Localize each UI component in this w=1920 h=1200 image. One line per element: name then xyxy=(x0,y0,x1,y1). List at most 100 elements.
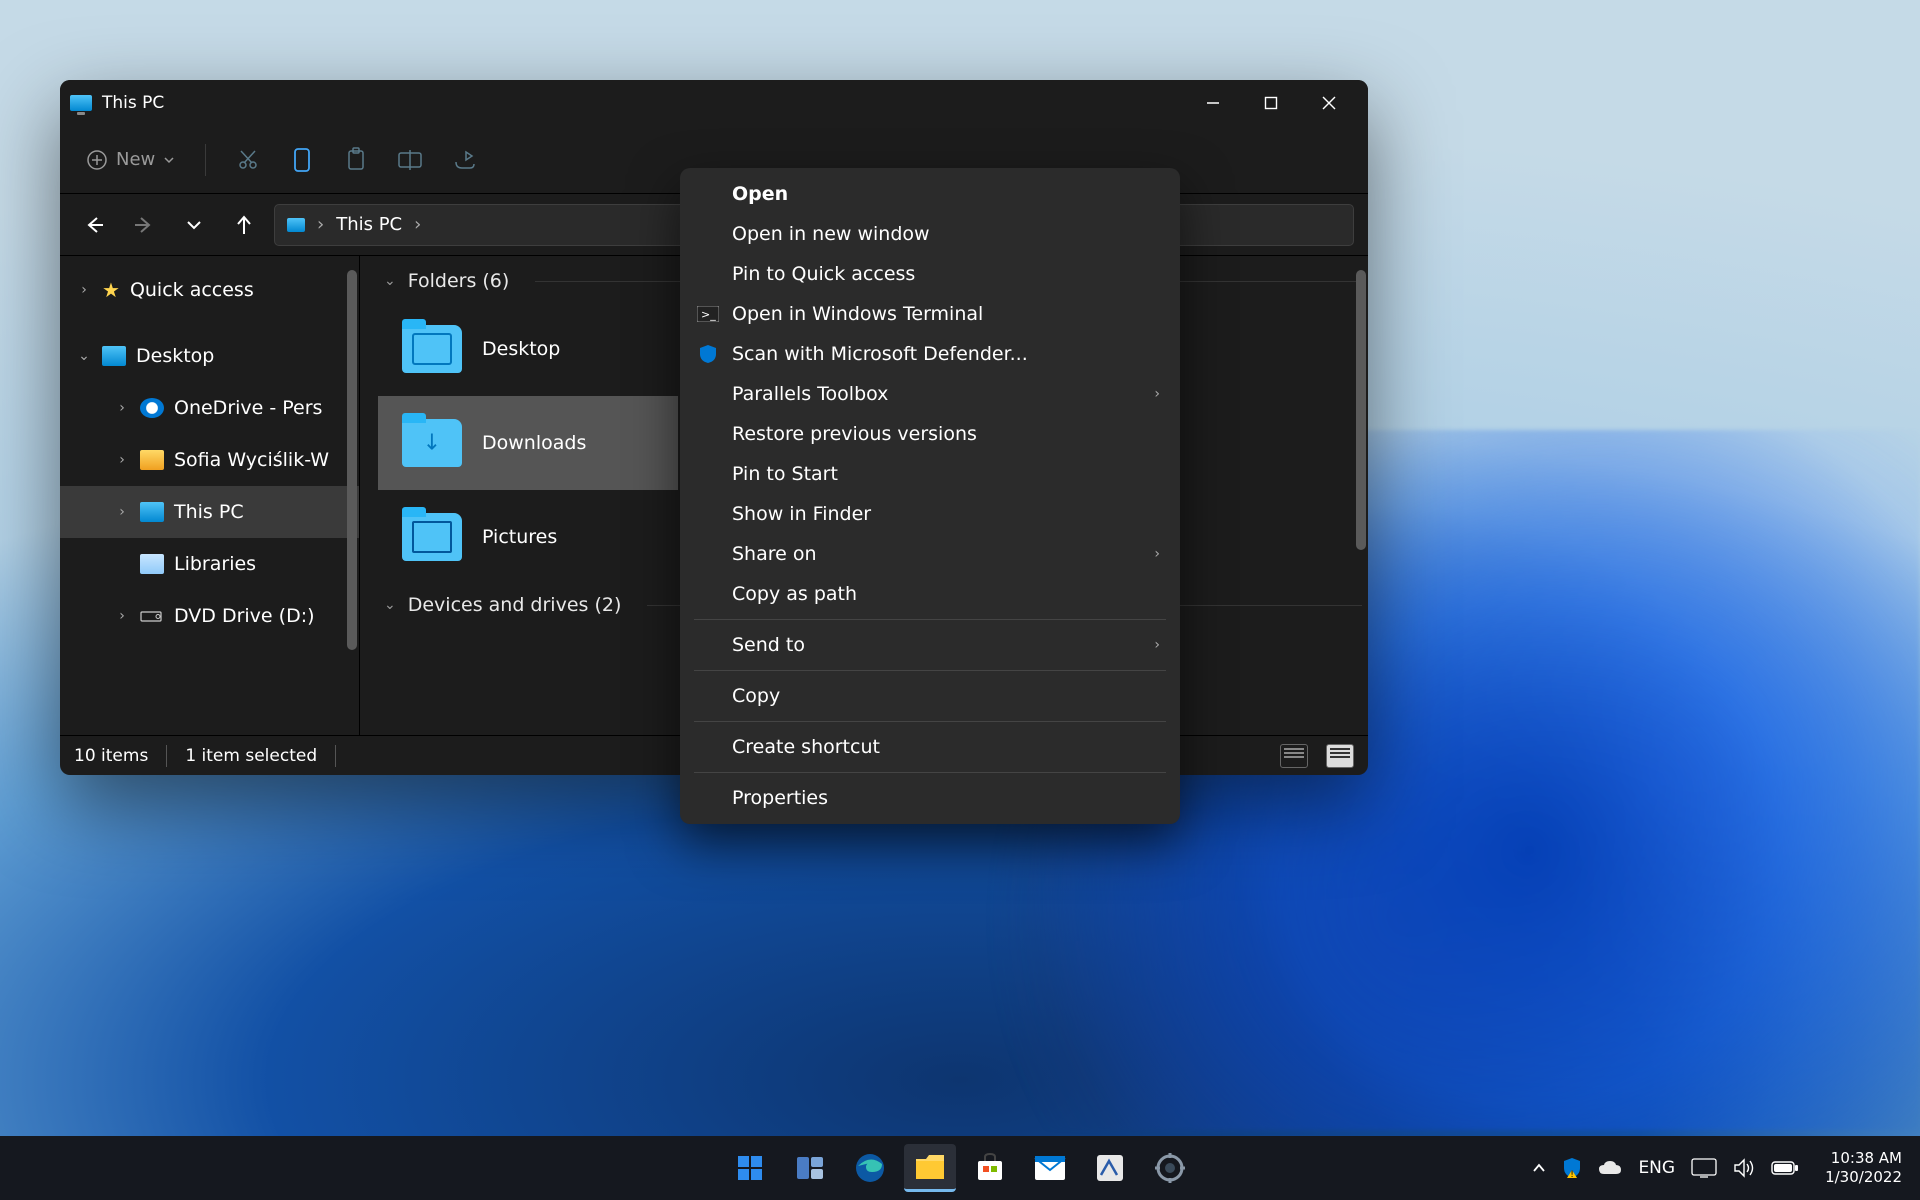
volume-icon[interactable] xyxy=(1733,1158,1755,1178)
view-tiles-button[interactable] xyxy=(1326,744,1354,768)
folder-item-pictures[interactable]: Pictures xyxy=(378,490,678,584)
sidebar-item-desktop[interactable]: ⌄ Desktop xyxy=(60,330,359,382)
status-divider xyxy=(335,745,336,767)
ctx-pin-quick-access[interactable]: Pin to Quick access xyxy=(686,254,1174,294)
language-indicator[interactable]: ENG xyxy=(1638,1158,1675,1178)
titlebar[interactable]: This PC xyxy=(60,80,1368,126)
ctx-open-terminal[interactable]: >_ Open in Windows Terminal xyxy=(686,294,1174,334)
ctx-restore-versions[interactable]: Restore previous versions xyxy=(686,414,1174,454)
paste-button[interactable] xyxy=(332,140,380,180)
back-button[interactable] xyxy=(74,205,114,245)
sidebar-item-libraries[interactable]: Libraries xyxy=(60,538,359,590)
expand-icon: › xyxy=(76,282,92,298)
ctx-parallels-toolbox[interactable]: Parallels Toolbox› xyxy=(686,374,1174,414)
sidebar-item-onedrive[interactable]: › OneDrive - Pers xyxy=(60,382,359,434)
ctx-label: Copy xyxy=(732,685,780,707)
copy-button[interactable] xyxy=(278,140,326,180)
cloud-icon xyxy=(1598,1160,1622,1176)
share-button[interactable] xyxy=(440,140,488,180)
windows-icon xyxy=(736,1154,764,1182)
shield-icon xyxy=(696,344,720,364)
ctx-send-to[interactable]: Send to› xyxy=(686,625,1174,665)
sidebar-item-label: Sofia Wyciślik-W xyxy=(174,449,329,471)
ctx-label: Create shortcut xyxy=(732,736,880,758)
ctx-label: Properties xyxy=(732,787,828,809)
ctx-share-on[interactable]: Share on› xyxy=(686,534,1174,574)
minimize-button[interactable] xyxy=(1184,83,1242,123)
ctx-label: Restore previous versions xyxy=(732,423,977,445)
mail-button[interactable] xyxy=(1024,1144,1076,1192)
ctx-scan-defender[interactable]: Scan with Microsoft Defender... xyxy=(686,334,1174,374)
store-button[interactable] xyxy=(964,1144,1016,1192)
ctx-open[interactable]: Open xyxy=(686,174,1174,214)
folder-item-desktop[interactable]: Desktop xyxy=(378,302,678,396)
folder-icon xyxy=(914,1153,946,1181)
folder-label: Downloads xyxy=(482,432,586,454)
up-button[interactable] xyxy=(224,205,264,245)
ctx-open-new-window[interactable]: Open in new window xyxy=(686,214,1174,254)
sidebar-item-quick-access[interactable]: › ★ Quick access xyxy=(60,264,359,316)
taskbar-center xyxy=(724,1144,1196,1192)
sidebar-scrollbar[interactable] xyxy=(347,270,357,650)
tray-overflow-button[interactable] xyxy=(1532,1161,1546,1175)
task-view-button[interactable] xyxy=(784,1144,836,1192)
ctx-create-shortcut[interactable]: Create shortcut xyxy=(686,727,1174,767)
ctx-divider xyxy=(694,772,1166,773)
battery-icon[interactable] xyxy=(1771,1160,1799,1176)
ctx-label: Parallels Toolbox xyxy=(732,383,888,405)
gear-icon xyxy=(1155,1153,1185,1183)
svg-text:!: ! xyxy=(1571,1170,1575,1179)
view-details-button[interactable] xyxy=(1280,744,1308,768)
ctx-divider xyxy=(694,721,1166,722)
edge-icon xyxy=(854,1152,886,1184)
copy-icon xyxy=(291,147,313,173)
maximize-button[interactable] xyxy=(1242,83,1300,123)
file-explorer-button[interactable] xyxy=(904,1144,956,1192)
ctx-copy-as-path[interactable]: Copy as path xyxy=(686,574,1174,614)
app-icon xyxy=(1095,1153,1125,1183)
settings-button[interactable] xyxy=(1144,1144,1196,1192)
sidebar-item-this-pc[interactable]: › This PC xyxy=(60,486,359,538)
window-title: This PC xyxy=(102,93,164,113)
desktop[interactable]: This PC New xyxy=(0,0,1920,1200)
recent-button[interactable] xyxy=(174,205,214,245)
terminal-icon: >_ xyxy=(696,304,720,324)
status-item-count: 10 items xyxy=(74,746,148,766)
close-button[interactable] xyxy=(1300,83,1358,123)
new-button[interactable]: New xyxy=(74,143,187,177)
clock[interactable]: 10:38 AM 1/30/2022 xyxy=(1815,1149,1912,1187)
chevron-down-icon xyxy=(163,154,175,166)
expand-icon: › xyxy=(114,608,130,624)
rename-button[interactable] xyxy=(386,140,434,180)
sidebar-item-dvd-drive[interactable]: › DVD Drive (D:) xyxy=(60,590,359,642)
ctx-pin-start[interactable]: Pin to Start xyxy=(686,454,1174,494)
status-selected-count: 1 item selected xyxy=(185,746,317,766)
sidebar-item-label: DVD Drive (D:) xyxy=(174,605,315,627)
edge-button[interactable] xyxy=(844,1144,896,1192)
start-button[interactable] xyxy=(724,1144,776,1192)
context-menu: Open Open in new window Pin to Quick acc… xyxy=(680,168,1180,824)
forward-button[interactable] xyxy=(124,205,164,245)
input-icon[interactable] xyxy=(1691,1158,1717,1178)
ctx-show-finder[interactable]: Show in Finder xyxy=(686,494,1174,534)
taskbar: ! ENG 10:38 AM 1/30/2022 xyxy=(0,1136,1920,1200)
submenu-icon: › xyxy=(1154,546,1160,562)
onedrive-tray-icon[interactable] xyxy=(1598,1160,1622,1176)
clock-time: 10:38 AM xyxy=(1825,1149,1902,1168)
sidebar-item-label: OneDrive - Pers xyxy=(174,397,322,419)
scissors-icon xyxy=(236,148,260,172)
security-icon[interactable]: ! xyxy=(1562,1157,1582,1179)
ctx-properties[interactable]: Properties xyxy=(686,778,1174,818)
folder-item-downloads[interactable]: ↓ Downloads xyxy=(378,396,678,490)
collapse-icon: ⌄ xyxy=(384,597,396,613)
cut-button[interactable] xyxy=(224,140,272,180)
sidebar-item-label: Quick access xyxy=(130,279,254,301)
expand-icon: › xyxy=(114,504,130,520)
breadcrumb-location[interactable]: This PC xyxy=(336,214,402,235)
app-button[interactable] xyxy=(1084,1144,1136,1192)
rename-icon xyxy=(397,149,423,171)
ctx-copy[interactable]: Copy xyxy=(686,676,1174,716)
main-scrollbar[interactable] xyxy=(1356,270,1366,550)
expand-icon: ⌄ xyxy=(76,348,92,364)
sidebar-item-user-folder[interactable]: › Sofia Wyciślik-W xyxy=(60,434,359,486)
